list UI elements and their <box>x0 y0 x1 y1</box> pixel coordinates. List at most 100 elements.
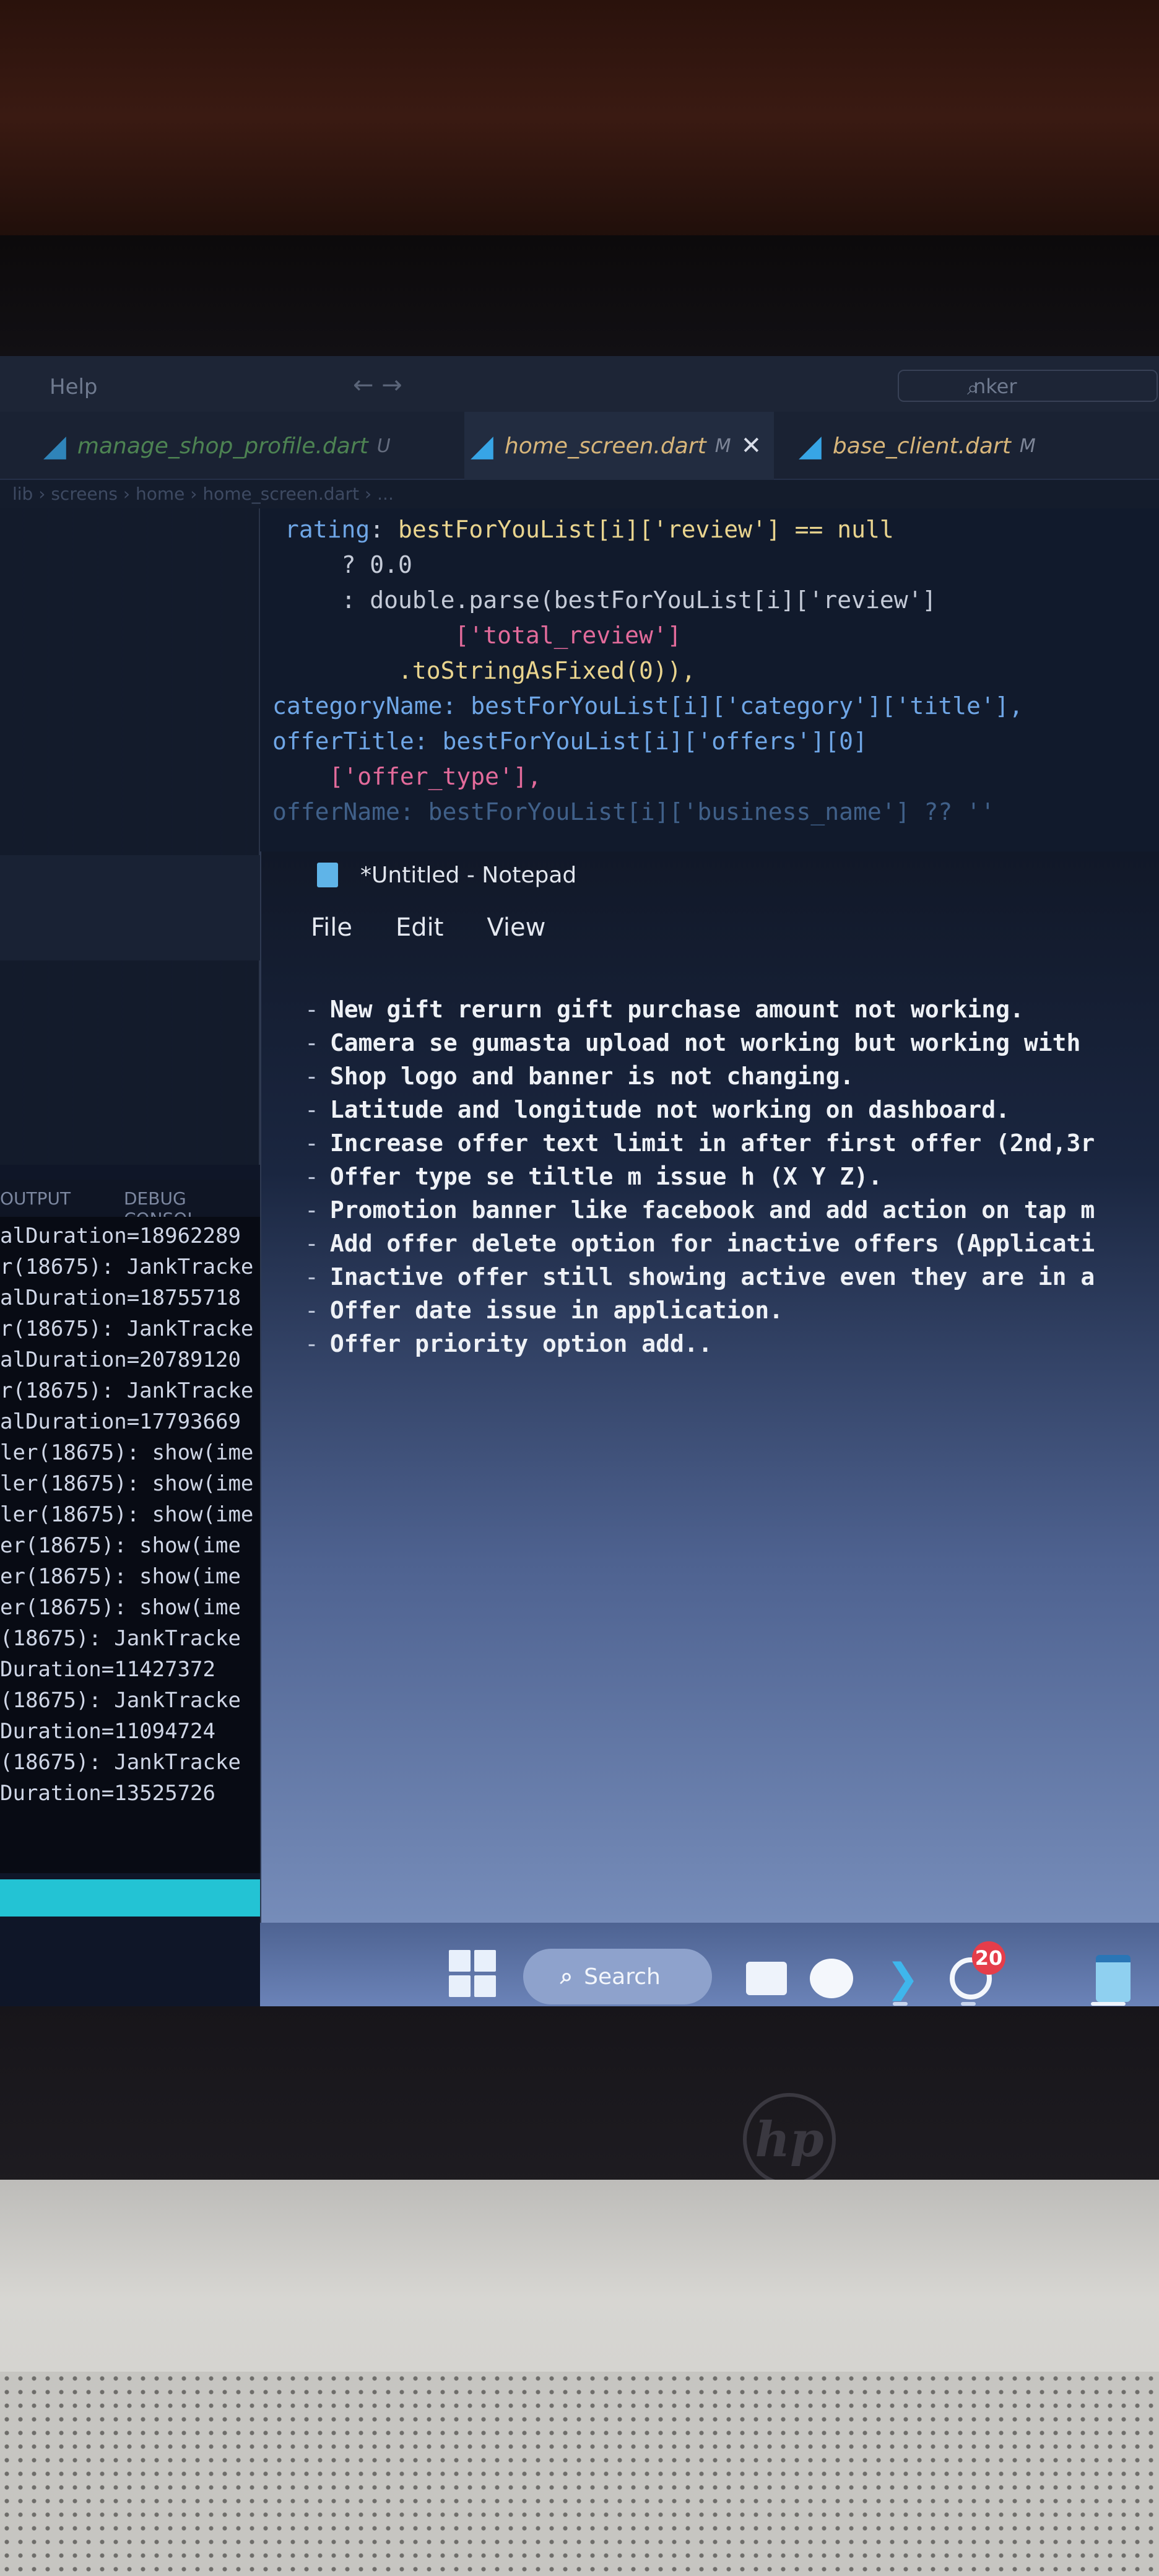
notepad-title-bar[interactable]: *Untitled - Notepad <box>317 856 576 894</box>
menu-edit[interactable]: Edit <box>396 913 443 951</box>
screen-bezel-top <box>0 235 1159 359</box>
running-indicator <box>961 2002 976 2006</box>
code-editor[interactable]: rating: bestForYouList[i]['review'] == n… <box>260 508 1159 880</box>
list-item: - Latitude and longitude not working on d… <box>305 1093 1159 1126</box>
console-line: alDuration=20789120 <box>0 1347 241 1372</box>
dart-file-icon: ◢ <box>43 429 66 463</box>
running-indicator <box>893 2002 908 2006</box>
debug-console[interactable]: alDuration=18962289 r(18675): JankTracke… <box>0 1217 260 1873</box>
code-line: offerName: bestForYouList[i]['business_n… <box>272 794 995 830</box>
room-background <box>0 0 1159 260</box>
taskbar-search-button[interactable]: ⌕ Search <box>523 1949 712 2004</box>
search-icon: ⌕ <box>560 1964 573 1989</box>
list-item: - Camera se gumasta upload not working bu… <box>305 1026 1159 1060</box>
code-text: offerName: bestForYouList[i]['business_n… <box>272 798 995 825</box>
code-text: : double.parse(bestForYouList[i]['review… <box>285 586 937 614</box>
item-text: Inactive offer still showing active even… <box>329 1263 1095 1290</box>
bullet: - <box>305 1129 319 1157</box>
console-line: alDuration=18755718 <box>0 1286 241 1310</box>
bullet: - <box>305 1330 319 1357</box>
code-text: ? 0.0 <box>285 551 412 578</box>
console-line: er(18675): show(ime <box>0 1533 241 1558</box>
code-line: categoryName: bestForYouList[i]['categor… <box>272 689 1023 724</box>
windows-taskbar: ⌕ Search ❯ 20 <box>260 1923 1159 2009</box>
console-line: (18675): JankTracke <box>0 1688 241 1713</box>
taskbar-search-label: Search <box>584 1964 661 1990</box>
vscode-icon[interactable]: ❯ <box>879 1955 926 2002</box>
code-line: ['offer_type'], <box>272 759 542 794</box>
notepad-text-area[interactable]: - New gift rerurn gift purchase amount no… <box>305 993 1159 1360</box>
item-text: Increase offer text limit in after first… <box>329 1129 1095 1157</box>
list-item: - Inactive offer still showing active eve… <box>305 1260 1159 1294</box>
tab-status-mark: U <box>376 435 391 457</box>
command-search-input[interactable]: ⌕ nker <box>898 370 1158 402</box>
tab-output[interactable]: OUTPUT <box>0 1188 71 1209</box>
breadcrumb[interactable]: lib › screens › home › home_screen.dart … <box>0 480 1159 508</box>
chat-icon[interactable] <box>808 1955 855 2002</box>
item-text: Camera se gumasta upload not working but… <box>329 1029 1081 1056</box>
dart-file-icon: ◢ <box>799 429 822 463</box>
list-item: - Shop logo and banner is not changing. <box>305 1060 1159 1093</box>
tab-label: home_screen.dart <box>504 433 706 459</box>
close-icon[interactable]: ✕ <box>741 432 762 460</box>
item-text: Promotion banner like facebook and add a… <box>329 1196 1095 1224</box>
tab-status-mark: M <box>1019 435 1036 457</box>
command-search-text: nker <box>973 375 1017 398</box>
code-line: ? 0.0 <box>285 547 412 583</box>
explorer-selection <box>0 855 260 960</box>
notepad-title: *Untitled - Notepad <box>360 862 577 888</box>
dart-file-icon: ◢ <box>471 429 493 463</box>
list-item: - Increase offer text limit in after firs… <box>305 1126 1159 1160</box>
code-line: ['total_review'] <box>285 618 682 653</box>
nav-arrows[interactable]: ← → <box>353 371 402 399</box>
windows-start-icon[interactable] <box>449 1950 496 1997</box>
menu-file[interactable]: File <box>311 913 352 951</box>
console-line: r(18675): JankTracke <box>0 1255 254 1279</box>
menu-help[interactable]: Help <box>50 375 98 399</box>
bullet: - <box>305 1029 319 1056</box>
bullet: - <box>305 1230 319 1257</box>
list-item: - Add offer delete option for inactive of… <box>305 1227 1159 1260</box>
code-text: bestForYouList[i]['review'] == null <box>398 516 894 543</box>
tab-label: base_client.dart <box>832 433 1011 459</box>
bullet: - <box>305 1297 319 1324</box>
item-text: New gift rerurn gift purchase amount not… <box>329 996 1024 1023</box>
code-text: offerTitle: bestForYouList[i]['offers'][… <box>272 728 867 755</box>
code-text: ['offer_type'], <box>272 763 542 790</box>
hp-logo: hp <box>743 2093 836 2186</box>
item-text: Add offer delete option for inactive off… <box>329 1230 1095 1257</box>
console-line: ler(18675): show(ime <box>0 1440 254 1465</box>
task-view-icon[interactable] <box>743 1955 790 2002</box>
code-text: categoryName: bestForYouList[i]['categor… <box>272 692 1023 720</box>
tab-status-mark: M <box>714 435 731 457</box>
console-line: r(18675): JankTracke <box>0 1316 254 1341</box>
tab-label: manage_shop_profile.dart <box>77 433 368 459</box>
console-line: ler(18675): show(ime <box>0 1502 254 1527</box>
console-line: er(18675): show(ime <box>0 1564 241 1589</box>
bullet: - <box>305 1263 319 1290</box>
notepad-taskbar-icon[interactable] <box>1090 1955 1137 2002</box>
notification-badge: 20 <box>972 1941 1005 1975</box>
bullet: - <box>305 1196 319 1224</box>
laptop-screen: Help ← → ⌕ nker ◢ manage_shop_profile.da… <box>0 356 1159 2009</box>
list-item: - Promotion banner like facebook and add … <box>305 1193 1159 1227</box>
speaker-grille <box>0 2372 1159 2576</box>
list-item: - Offer date issue in application. <box>305 1294 1159 1327</box>
notepad-menu: File Edit View <box>311 913 545 951</box>
tab-home-screen[interactable]: ◢ home_screen.dart M ✕ <box>464 412 774 480</box>
code-line: : double.parse(bestForYouList[i]['review… <box>285 583 937 618</box>
screen-bezel-bottom <box>0 2006 1159 2192</box>
console-line: Duration=11094724 <box>0 1719 215 1744</box>
active-indicator <box>1091 2002 1126 2006</box>
tab-manage-shop-profile[interactable]: ◢ manage_shop_profile.dart U <box>43 412 391 480</box>
notepad-window[interactable]: *Untitled - Notepad File Edit View - New … <box>260 851 1159 1997</box>
status-bar <box>0 1879 260 1917</box>
bullet: - <box>305 1096 319 1123</box>
explorer-panel[interactable] <box>0 508 260 1165</box>
console-line: (18675): JankTracke <box>0 1750 241 1775</box>
menu-view[interactable]: View <box>487 913 545 951</box>
console-line: r(18675): JankTracke <box>0 1378 254 1403</box>
tab-base-client[interactable]: ◢ base_client.dart M <box>799 412 1036 480</box>
item-text: Shop logo and banner is not changing. <box>329 1063 854 1090</box>
console-line: alDuration=18962289 <box>0 1224 241 1248</box>
